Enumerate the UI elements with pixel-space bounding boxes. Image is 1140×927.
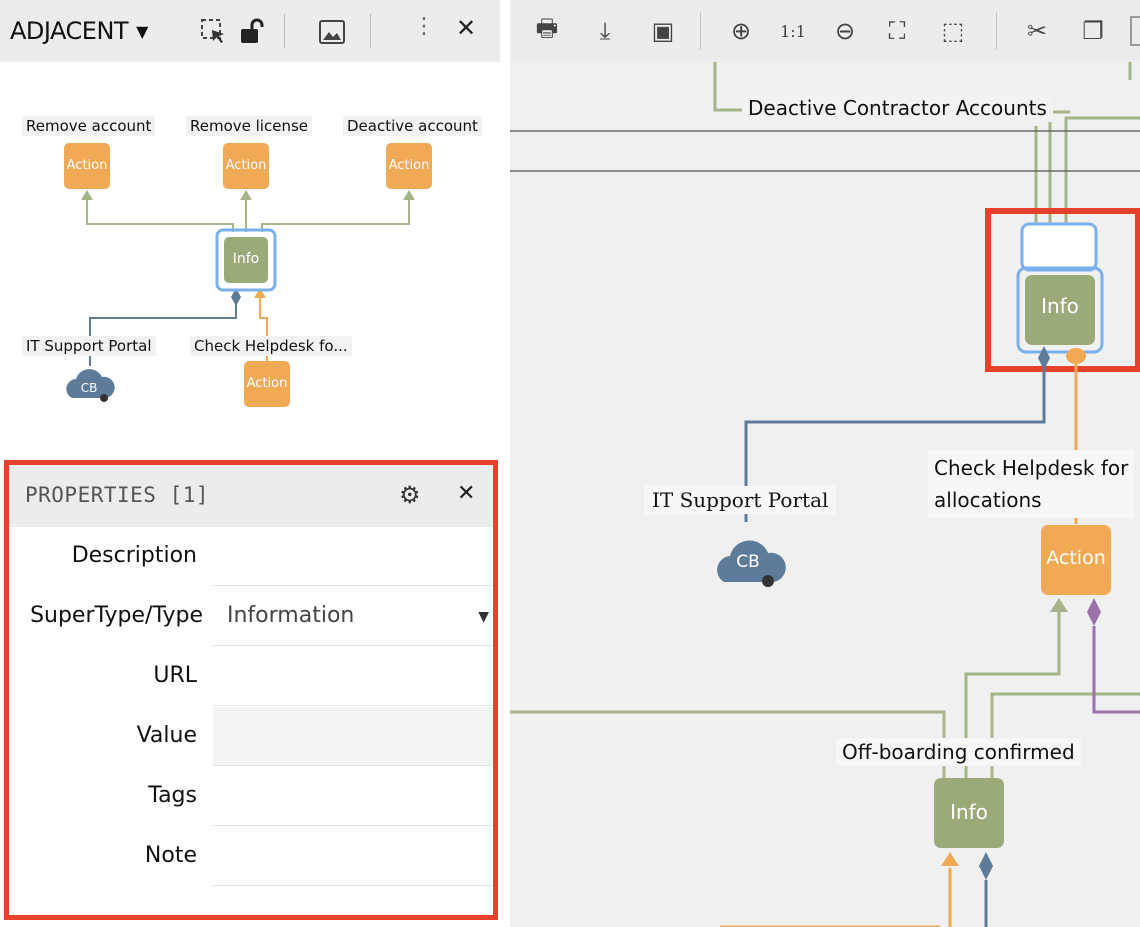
toolbar-separator (700, 12, 701, 50)
label-check-helpdesk-line1: Check Helpdesk for (934, 456, 1129, 480)
node-label-remove-account: Remove account (22, 116, 156, 136)
node-label-it-portal: IT Support Portal (22, 336, 156, 356)
label-deactive-contractor: Deactive Contractor Accounts (742, 94, 1053, 122)
cloud-node-cb[interactable]: CB (72, 381, 106, 395)
property-row-type: SuperType/Type Information ▼ (9, 587, 493, 647)
print-icon[interactable]: 🖶 (530, 14, 564, 48)
property-row-note: Note (9, 827, 493, 887)
panel-divider[interactable] (500, 0, 510, 927)
type-select[interactable]: Information ▼ (213, 587, 493, 646)
close-icon[interactable]: ✕ (456, 14, 476, 42)
chevron-down-icon: ▼ (478, 609, 489, 625)
app-root: ADJACENT ▼ ⋮ ✕ Remove account Remove lic… (0, 0, 1140, 927)
select-cursor-icon[interactable] (200, 18, 228, 46)
value-field[interactable] (213, 707, 493, 766)
adjacent-title: ADJACENT (10, 17, 129, 45)
adjacent-dropdown[interactable]: ADJACENT ▼ (10, 17, 148, 45)
action-node-right[interactable]: Action (1041, 547, 1111, 569)
action-node-remove-license[interactable]: Action (223, 158, 269, 173)
cut-icon[interactable]: ✂ (1020, 14, 1054, 48)
zoom-out-icon[interactable]: ⊖ (828, 14, 862, 48)
label-offboarding: Off-boarding confirmed (836, 738, 1081, 766)
action-node-remove-account[interactable]: Action (64, 158, 110, 173)
unlock-icon[interactable] (238, 18, 266, 46)
description-field[interactable] (213, 527, 493, 586)
node-label-deactive-account: Deactive account (343, 116, 482, 136)
more-vertical-icon[interactable]: ⋮ (413, 14, 435, 39)
image-icon[interactable]: ▣ (646, 14, 680, 48)
action-node-deactive-account[interactable]: Action (386, 158, 432, 173)
note-field[interactable] (213, 827, 493, 886)
property-row-url: URL (9, 647, 493, 707)
label-it-portal: IT Support Portal (644, 486, 837, 514)
cloud-node-cb[interactable]: CB (726, 552, 770, 572)
image-icon[interactable] (318, 18, 346, 46)
properties-panel: PROPERTIES [1] ⚙ ✕ Description SuperType… (4, 460, 498, 920)
left-panel: ADJACENT ▼ ⋮ ✕ Remove account Remove lic… (0, 0, 500, 927)
property-label: Description (71, 543, 197, 568)
property-label: Note (144, 843, 197, 868)
diagram-toolbar: 🖶 ⤓ ▣ ⊕ 1:1 ⊖ ⛶ ⬚ ✂ ❐ (510, 0, 1140, 62)
info-node-bottom[interactable]: Info (934, 800, 1004, 824)
label-check-helpdesk-line2: allocations (934, 488, 1042, 512)
fit-icon[interactable]: ⛶ (880, 14, 914, 48)
property-row-value: Value (9, 707, 493, 767)
diagram-canvas[interactable]: Deactive Contractor Accounts Info IT Sup… (510, 62, 1140, 927)
url-field[interactable] (213, 647, 493, 706)
tags-field[interactable] (213, 767, 493, 826)
property-row-tags: Tags (9, 767, 493, 827)
properties-title: PROPERTIES [1] (25, 483, 210, 507)
property-label: SuperType/Type (30, 603, 203, 628)
header-separator (370, 14, 371, 48)
info-node-selected[interactable]: Info (1025, 294, 1095, 318)
copy-icon[interactable]: ❐ (1076, 14, 1110, 48)
label-check-helpdesk: Check Helpdesk for allocations (928, 450, 1135, 518)
info-node-center[interactable]: Info (224, 251, 268, 267)
diagram-area: 🖶 ⤓ ▣ ⊕ 1:1 ⊖ ⛶ ⬚ ✂ ❐ Deactive Contracto… (510, 0, 1140, 927)
header-separator (284, 14, 285, 48)
adjacent-graph: Remove account Remove license Deactive a… (0, 62, 500, 434)
node-label-remove-license: Remove license (186, 116, 313, 136)
properties-header: PROPERTIES [1] ⚙ ✕ (9, 465, 493, 527)
type-select-value: Information (227, 603, 355, 628)
property-label: Tags (148, 783, 197, 808)
select-area-icon[interactable]: ⬚ (936, 14, 970, 48)
property-label: URL (153, 663, 197, 688)
actual-size-icon[interactable]: 1:1 (776, 14, 810, 48)
paste-icon[interactable] (1130, 16, 1140, 46)
download-icon[interactable]: ⤓ (588, 14, 622, 48)
toolbar-separator (996, 12, 997, 50)
gear-icon[interactable]: ⚙ (399, 481, 421, 509)
node-label-check-helpdesk: Check Helpdesk fo... (190, 336, 352, 356)
close-icon[interactable]: ✕ (457, 481, 475, 506)
zoom-in-icon[interactable]: ⊕ (724, 14, 758, 48)
action-node-check-helpdesk[interactable]: Action (244, 376, 290, 391)
property-row-description: Description (9, 527, 493, 587)
property-label: Value (136, 723, 197, 748)
adjacent-header: ADJACENT ▼ ⋮ ✕ (0, 0, 500, 62)
chevron-down-icon: ▼ (136, 21, 148, 41)
